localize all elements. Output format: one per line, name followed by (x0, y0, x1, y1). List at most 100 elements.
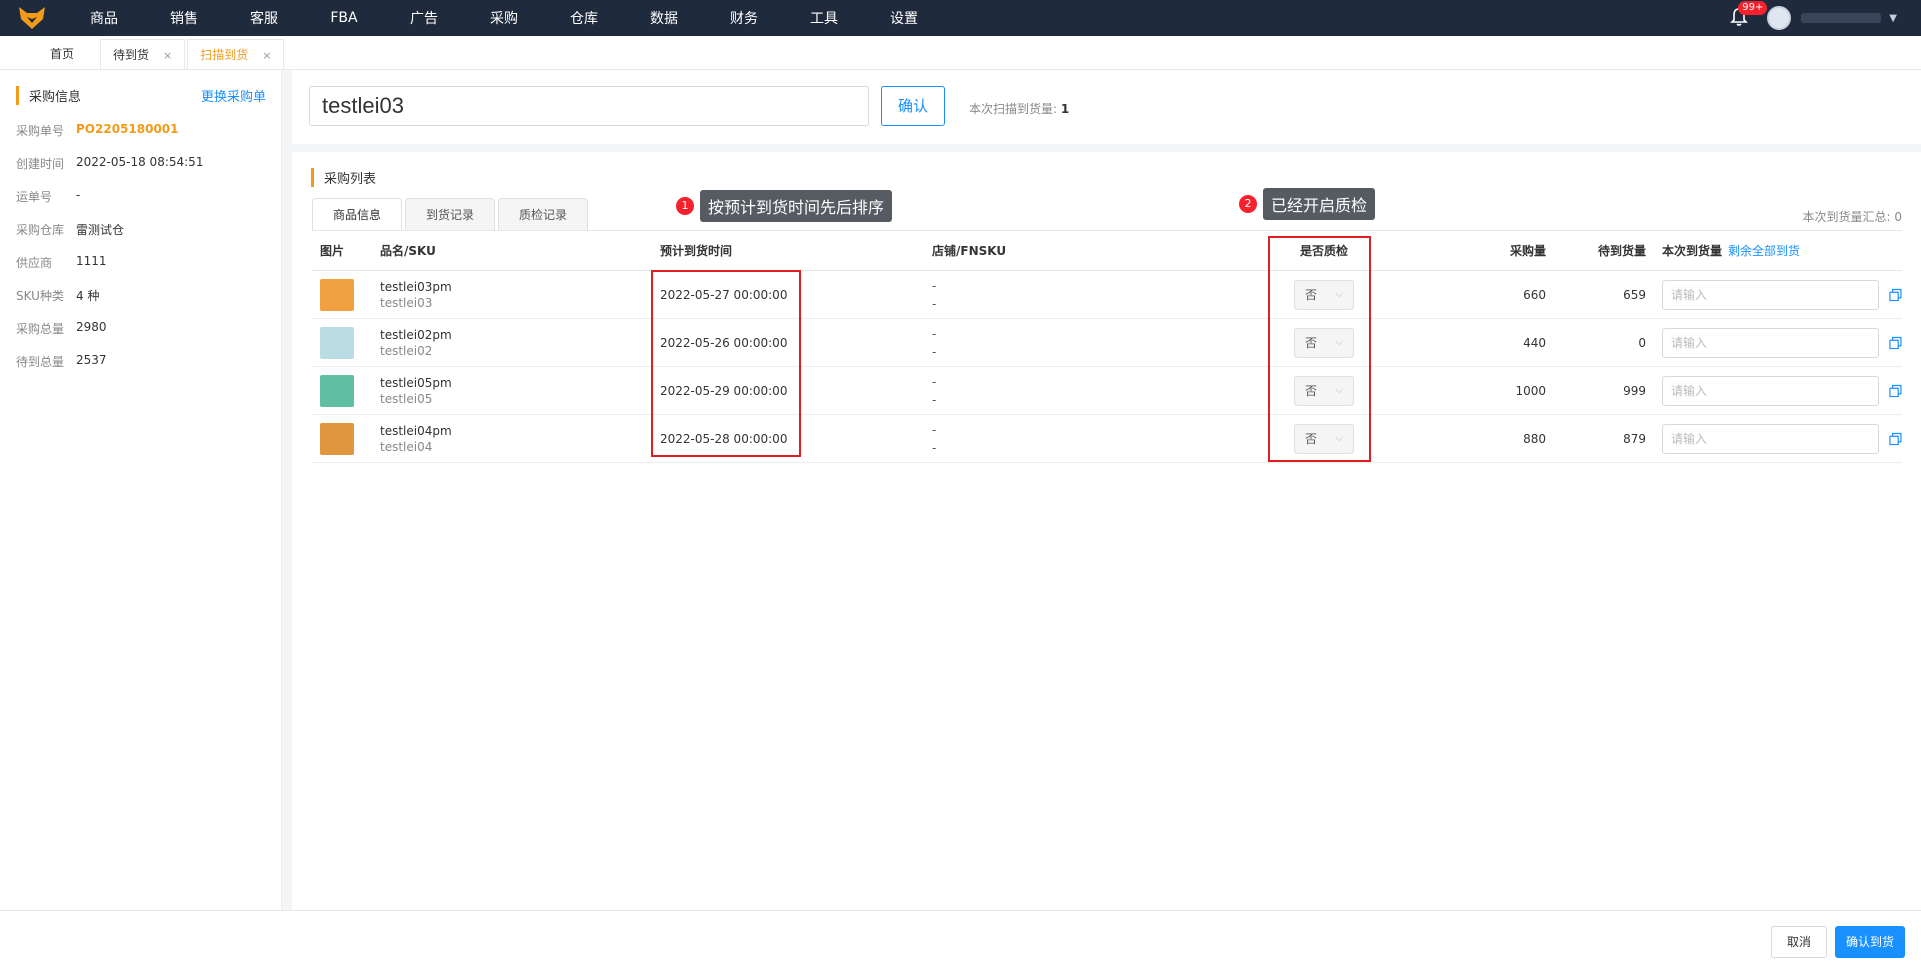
product-thumbnail (320, 278, 354, 311)
info-row-created: 创建时间 2022-05-18 08:54:51 (16, 155, 203, 172)
info-label: 采购仓库 (16, 223, 65, 237)
tab-pending-label: 待到货 (113, 48, 150, 62)
tab-home-label: 首页 (50, 47, 75, 61)
col-pending: 待到货量 (1597, 244, 1646, 258)
nav-item-finance[interactable]: 财务 (704, 8, 784, 28)
annotation-number: 1 (676, 197, 694, 215)
pending-qty: 0 (1638, 335, 1646, 350)
cell-shop: - - (924, 277, 1274, 313)
info-value: 4 种 (76, 289, 100, 303)
arrival-qty-input[interactable]: 请输入 (1662, 279, 1880, 310)
fnsku: - (932, 440, 937, 455)
annotation-text: 按预计到货时间先后排序 (700, 190, 893, 222)
nav-menu: 商品 销售 客服 FBA 广告 采购 仓库 数据 财务 工具 设置 (64, 0, 944, 36)
tab-scan[interactable]: 扫描到货 × (187, 39, 285, 69)
footer-bar: 取消 确认到货 (0, 910, 1921, 967)
nav-item-tools[interactable]: 工具 (784, 8, 864, 28)
panel-title: 采购信息 (16, 86, 81, 105)
chevron-down-icon[interactable]: ▼ (1889, 13, 1897, 24)
nav-item-fba[interactable]: FBA (304, 10, 384, 26)
shop: - (932, 374, 937, 389)
nav-item-warehouse[interactable]: 仓库 (544, 8, 624, 28)
avatar[interactable] (1767, 6, 1792, 30)
shop: - (932, 326, 937, 341)
user-area: 99+ ▼ (1729, 0, 1921, 36)
col-shop: 店铺/FNSKU (932, 244, 1007, 258)
nav-item-ads[interactable]: 广告 (384, 8, 464, 28)
top-nav: 商品 销售 客服 FBA 广告 采购 仓库 数据 财务 工具 设置 99+ ▼ (0, 0, 1921, 36)
nav-item-service[interactable]: 客服 (224, 8, 304, 28)
nav-item-goods[interactable]: 商品 (64, 8, 144, 28)
tab-pending[interactable]: 待到货 × (100, 39, 186, 69)
scan-count: 本次扫描到货量: 1 (969, 100, 1069, 117)
copy-icon[interactable] (1889, 288, 1902, 302)
info-label: 采购总量 (16, 322, 65, 336)
col-date: 预计到货时间 (660, 244, 733, 258)
annotation-1: 1 按预计到货时间先后排序 (676, 190, 893, 222)
scan-count-value: 1 (1060, 102, 1070, 116)
table-row: testlei03pm testlei03 2022-05-27 00:00:0… (312, 271, 1902, 319)
user-name-redacted[interactable] (1801, 13, 1882, 23)
cancel-button[interactable]: 取消 (1771, 926, 1827, 958)
info-row-pending-total: 待到总量 2537 (16, 353, 107, 370)
col-now-label: 本次到货量 (1662, 244, 1723, 258)
cell-shop: - - (924, 325, 1274, 361)
confirm-button[interactable]: 确认 (881, 86, 945, 126)
nav-item-data[interactable]: 数据 (624, 8, 704, 28)
info-row-warehouse: 采购仓库 雷测试仓 (16, 221, 124, 238)
tab-scan-label: 扫描到货 (200, 48, 249, 62)
info-label: 创建时间 (16, 157, 65, 171)
nav-item-purchase[interactable]: 采购 (464, 8, 544, 28)
close-icon[interactable]: × (262, 49, 271, 62)
tab-goods-info[interactable]: 商品信息 (312, 198, 403, 230)
cell-now: 请输入 (1654, 375, 1902, 406)
annotation-number: 2 (1239, 195, 1257, 213)
purchase-table: 图片 品名/SKU 预计到货时间 店铺/FNSKU 是否质检 采购量 待到货量 … (312, 230, 1902, 463)
all-arrive-link[interactable]: 剩余全部到货 (1728, 242, 1800, 259)
product-sku: testlei03 (380, 295, 433, 310)
product-thumbnail (320, 326, 354, 359)
tab-home[interactable]: 首页 (26, 39, 99, 69)
tab-arrival-records[interactable]: 到货记录 (405, 198, 496, 230)
scan-bar: testlei03 确认 本次扫描到货量: 1 (292, 70, 1921, 144)
copy-icon[interactable] (1889, 384, 1902, 398)
pending-qty: 999 (1623, 383, 1646, 398)
col-now: 本次到货量 剩余全部到货 (1654, 242, 1902, 259)
nav-item-sales[interactable]: 销售 (144, 8, 224, 28)
copy-icon[interactable] (1889, 432, 1902, 446)
cell-name: testlei05pm testlei05 (372, 376, 652, 406)
cell-image (312, 422, 372, 455)
list-tabs: 商品信息 到货记录 质检记录 (312, 198, 591, 230)
purchase-qty: 1000 (1515, 383, 1546, 398)
shop: - (932, 278, 937, 293)
shop: - (932, 422, 937, 437)
close-icon[interactable]: × (163, 49, 172, 62)
pending-qty: 879 (1623, 431, 1646, 446)
fox-logo-icon (19, 7, 45, 29)
info-label: 待到总量 (16, 355, 65, 369)
col-qty: 采购量 (1509, 244, 1546, 258)
scan-input[interactable]: testlei03 (309, 86, 869, 126)
copy-icon[interactable] (1889, 336, 1902, 350)
change-order-link[interactable]: 更换采购单 (201, 86, 266, 105)
col-image: 图片 (320, 244, 345, 258)
cell-image (312, 278, 372, 311)
info-value: - (76, 188, 81, 202)
tab-qc-records[interactable]: 质检记录 (498, 198, 589, 230)
logo[interactable] (0, 0, 64, 36)
nav-item-settings[interactable]: 设置 (864, 8, 944, 28)
arrival-qty-input[interactable]: 请输入 (1662, 327, 1880, 358)
purchase-qty: 880 (1523, 431, 1546, 446)
info-label: 供应商 (16, 256, 53, 270)
confirm-arrival-button[interactable]: 确认到货 (1835, 926, 1905, 958)
notifications[interactable]: 99+ (1729, 1, 1768, 29)
table-row: testlei04pm testlei04 2022-05-28 00:00:0… (312, 415, 1902, 463)
product-name: testlei02pm (380, 327, 452, 342)
cell-shop: - - (924, 373, 1274, 409)
product-sku: testlei05 (380, 391, 433, 406)
info-row-sku-types: SKU种类 4 种 (16, 287, 99, 304)
cell-now: 请输入 (1654, 327, 1902, 358)
arrival-qty-input[interactable]: 请输入 (1662, 375, 1880, 406)
arrival-qty-input[interactable]: 请输入 (1662, 423, 1880, 454)
table-row: testlei02pm testlei02 2022-05-26 00:00:0… (312, 319, 1902, 367)
